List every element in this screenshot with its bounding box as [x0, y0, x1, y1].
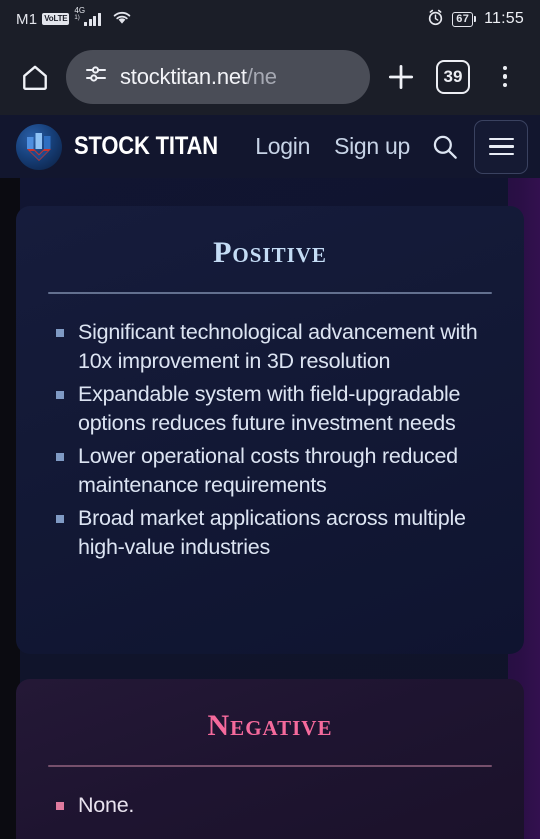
volte-badge: VoLTE [42, 13, 70, 25]
tune-settings-icon[interactable] [84, 62, 108, 91]
brand-name[interactable]: STOCK TITAN [74, 132, 218, 161]
positive-card-title: Positive [213, 236, 327, 269]
site-header: STOCK TITAN Login Sign up [0, 115, 540, 178]
clock-label: 11:55 [484, 10, 524, 27]
list-item: Significant technological advancement wi… [52, 318, 498, 376]
status-bar: M1 VoLTE 4G 1) 67 11:55 [0, 0, 540, 38]
article-sentiment-section: Positive Significant technological advan… [0, 178, 540, 839]
positive-card: Positive Significant technological advan… [16, 206, 524, 654]
battery-icon: 67 [452, 11, 477, 27]
url-host: stocktitan.net [120, 63, 247, 89]
negative-card-divider [48, 765, 492, 767]
status-bar-left: M1 VoLTE 4G 1) [16, 6, 132, 29]
status-bar-right: 67 11:55 [427, 0, 524, 38]
negative-card: Negative None. [16, 679, 524, 839]
battery-percent-label: 67 [452, 11, 474, 27]
list-item: None. [52, 791, 498, 820]
search-icon[interactable] [422, 124, 468, 170]
url-text: stocktitan.net/ne [120, 64, 277, 90]
url-bar[interactable]: stocktitan.net/ne [66, 49, 370, 104]
alarm-clock-icon [427, 9, 444, 30]
list-item: Broad market applications across multipl… [52, 504, 498, 562]
tab-counter-button[interactable]: 39 [432, 56, 474, 98]
site-nav: Login Sign up [243, 119, 528, 174]
carrier-label: M1 [16, 10, 38, 28]
browser-toolbar: stocktitan.net/ne 39 [0, 38, 540, 115]
plus-icon[interactable] [380, 56, 422, 98]
signal-bar-group [84, 12, 101, 26]
list-item: Lower operational costs through reduced … [52, 442, 498, 500]
stock-titan-logo-icon[interactable] [16, 123, 62, 170]
three-dot-menu-icon[interactable] [484, 56, 526, 98]
web-page: STOCK TITAN Login Sign up Positive Signi… [0, 115, 540, 839]
wifi-icon [112, 10, 132, 29]
network-type-label: 4G [74, 5, 86, 15]
tab-count-label: 39 [436, 59, 470, 94]
url-path: /ne [246, 63, 277, 89]
positive-card-divider [48, 292, 492, 294]
network-sub-label: 1) [74, 14, 80, 21]
login-link[interactable]: Login [243, 133, 322, 160]
hamburger-menu-icon[interactable] [474, 119, 528, 174]
signal-bars-icon: 4G 1) [74, 6, 101, 26]
home-icon[interactable] [14, 56, 56, 98]
list-item: Expandable system with field-upgradable … [52, 380, 498, 438]
negative-card-title: Negative [207, 709, 333, 742]
signup-link[interactable]: Sign up [322, 133, 422, 160]
positive-bullet-list: Significant technological advancement wi… [42, 318, 498, 562]
negative-bullet-list: None. [42, 791, 498, 820]
